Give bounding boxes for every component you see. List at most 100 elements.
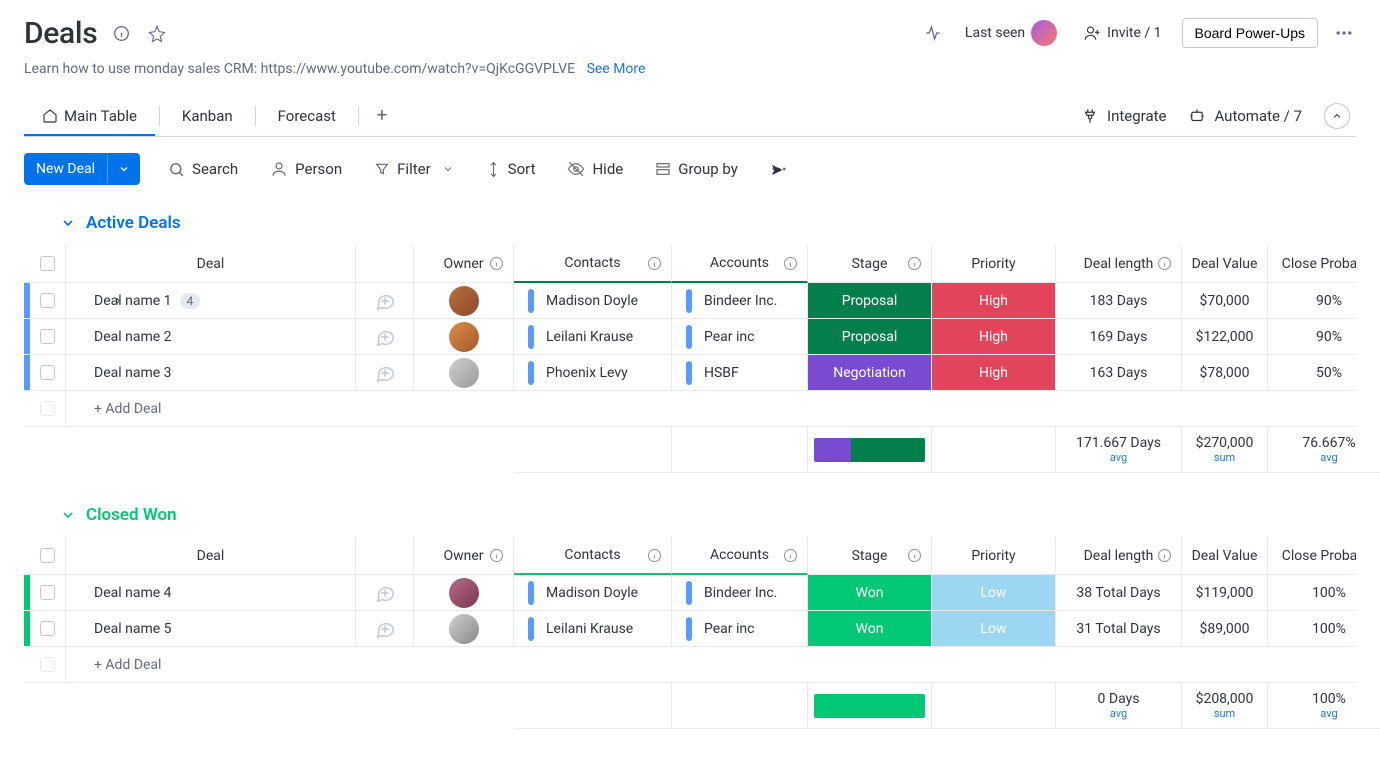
length-cell[interactable]: 183 Days [1056, 283, 1182, 319]
account-cell[interactable]: Pear inc [672, 319, 808, 355]
see-more-link[interactable]: See More [587, 61, 646, 77]
more-icon[interactable] [1332, 21, 1356, 45]
activity-icon[interactable] [921, 21, 945, 45]
expand-icon[interactable] [112, 295, 124, 307]
prob-cell[interactable]: 100% [1268, 575, 1356, 611]
col-priority[interactable]: Priority [932, 537, 1056, 575]
length-cell[interactable]: 38 Total Days [1056, 575, 1182, 611]
col-deal[interactable]: Deal [66, 245, 356, 283]
owner-cell[interactable] [414, 283, 514, 319]
owner-cell[interactable] [414, 575, 514, 611]
tab-forecast[interactable]: Forecast [260, 97, 354, 135]
tab-kanban[interactable]: Kanban [164, 97, 251, 135]
add-view-button[interactable]: + [363, 95, 401, 136]
table-row[interactable]: Deal name 5 Leilani Krause Pear inc Won … [24, 611, 1356, 647]
row-checkbox[interactable] [40, 621, 55, 636]
automate-button[interactable]: Automate / 7 [1188, 107, 1302, 125]
owner-cell[interactable] [414, 319, 514, 355]
add-deal-row[interactable]: + Add Deal [24, 391, 1356, 427]
stage-cell[interactable]: Proposal [808, 319, 932, 355]
chat-button[interactable] [356, 355, 414, 391]
prob-cell[interactable]: 50% [1268, 355, 1356, 391]
col-accounts[interactable]: Accounts [672, 245, 808, 283]
account-cell[interactable]: Pear inc [672, 611, 808, 647]
value-cell[interactable]: $78,000 [1182, 355, 1268, 391]
person-filter[interactable]: Person [266, 154, 346, 184]
account-cell[interactable]: Bindeer Inc. [672, 575, 808, 611]
select-all-checkbox[interactable] [40, 548, 55, 563]
value-cell[interactable]: $70,000 [1182, 283, 1268, 319]
col-prob[interactable]: Close Probab... [1268, 245, 1356, 283]
col-owner[interactable]: Owner [414, 245, 514, 283]
tab-main-table[interactable]: Main Table [24, 97, 155, 135]
last-seen[interactable]: Last seen [959, 16, 1063, 50]
chat-button[interactable] [356, 283, 414, 319]
col-deal[interactable]: Deal [66, 537, 356, 575]
stage-cell[interactable]: Won [808, 575, 932, 611]
deal-name-cell[interactable]: Deal name 3 [66, 355, 356, 391]
account-cell[interactable]: HSBF [672, 355, 808, 391]
chat-button[interactable] [356, 575, 414, 611]
contact-cell[interactable]: Madison Doyle [514, 575, 672, 611]
chat-button[interactable] [356, 319, 414, 355]
account-cell[interactable]: Bindeer Inc. [672, 283, 808, 319]
stage-cell[interactable]: Negotiation [808, 355, 932, 391]
integrate-button[interactable]: Integrate [1081, 107, 1166, 125]
deal-name-cell[interactable]: Deal name 5 [66, 611, 356, 647]
deal-name-cell[interactable]: Deal name 14 [66, 283, 356, 319]
new-deal-button[interactable]: New Deal [24, 153, 140, 185]
table-row[interactable]: Deal name 3 Phoenix Levy HSBF Negotiatio… [24, 355, 1356, 391]
row-checkbox[interactable] [40, 293, 55, 308]
row-checkbox[interactable] [40, 365, 55, 380]
owner-cell[interactable] [414, 355, 514, 391]
prob-cell[interactable]: 90% [1268, 283, 1356, 319]
add-deal-row[interactable]: + Add Deal [24, 647, 1356, 683]
priority-cell[interactable]: High [932, 283, 1056, 319]
owner-cell[interactable] [414, 611, 514, 647]
row-checkbox[interactable] [40, 585, 55, 600]
prob-cell[interactable]: 100% [1268, 611, 1356, 647]
col-contacts[interactable]: Contacts [514, 245, 672, 283]
row-checkbox[interactable] [40, 329, 55, 344]
filter-tool[interactable]: Filter [370, 154, 458, 184]
length-cell[interactable]: 163 Days [1056, 355, 1182, 391]
col-prob[interactable]: Close Probab... [1268, 537, 1356, 575]
col-priority[interactable]: Priority [932, 245, 1056, 283]
contact-cell[interactable]: Madison Doyle [514, 283, 672, 319]
priority-cell[interactable]: High [932, 355, 1056, 391]
chat-button[interactable] [356, 611, 414, 647]
length-cell[interactable]: 169 Days [1056, 319, 1182, 355]
col-contacts[interactable]: Contacts [514, 537, 672, 575]
contact-cell[interactable]: Phoenix Levy [514, 355, 672, 391]
col-value[interactable]: Deal Value [1182, 245, 1268, 283]
group-header[interactable]: Closed Won [24, 499, 1356, 537]
contact-cell[interactable]: Leilani Krause [514, 611, 672, 647]
priority-cell[interactable]: Low [932, 575, 1056, 611]
col-accounts[interactable]: Accounts [672, 537, 808, 575]
stage-cell[interactable]: Won [808, 611, 932, 647]
col-owner[interactable]: Owner [414, 537, 514, 575]
col-length[interactable]: Deal length [1056, 245, 1182, 283]
length-cell[interactable]: 31 Total Days [1056, 611, 1182, 647]
sort-tool[interactable]: Sort [482, 154, 540, 184]
select-all-checkbox[interactable] [40, 256, 55, 271]
collapse-button[interactable] [1324, 103, 1350, 129]
table-row[interactable]: Deal name 2 Leilani Krause Pear inc Prop… [24, 319, 1356, 355]
value-cell[interactable]: $122,000 [1182, 319, 1268, 355]
table-row[interactable]: Deal name 4 Madison Doyle Bindeer Inc. W… [24, 575, 1356, 611]
board-title[interactable]: Deals [24, 16, 97, 51]
group-header[interactable]: Active Deals [24, 207, 1356, 245]
groupby-tool[interactable]: Group by [651, 154, 742, 184]
deal-name-cell[interactable]: Deal name 2 [66, 319, 356, 355]
chevron-down-icon[interactable] [107, 155, 140, 183]
contact-cell[interactable]: Leilani Krause [514, 319, 672, 355]
col-length[interactable]: Deal length [1056, 537, 1182, 575]
table-row[interactable]: Deal name 14 Madison Doyle Bindeer Inc. … [24, 283, 1356, 319]
col-stage[interactable]: Stage [808, 537, 932, 575]
stage-cell[interactable]: Proposal [808, 283, 932, 319]
search-tool[interactable]: Search [164, 154, 242, 184]
deal-name-cell[interactable]: Deal name 4 [66, 575, 356, 611]
col-stage[interactable]: Stage [808, 245, 932, 283]
priority-cell[interactable]: Low [932, 611, 1056, 647]
invite-button[interactable]: Invite / 1 [1077, 20, 1167, 46]
